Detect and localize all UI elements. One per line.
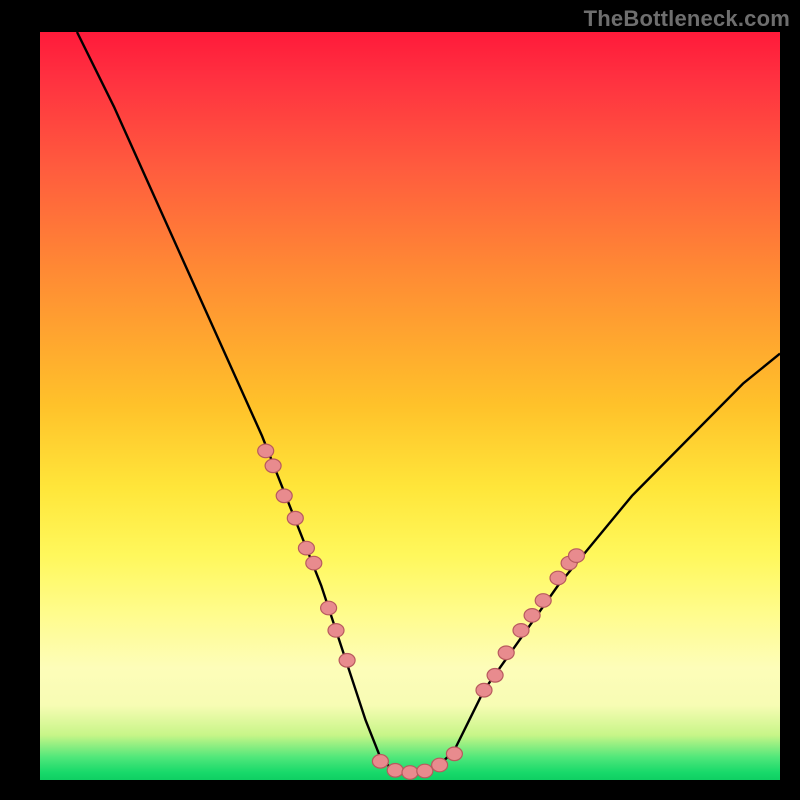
data-dot: [328, 624, 344, 638]
data-dot: [446, 747, 462, 761]
chart-svg: [40, 32, 780, 780]
data-dot: [265, 459, 281, 473]
data-dot: [276, 489, 292, 503]
data-dot: [258, 444, 274, 458]
data-dot: [306, 556, 322, 570]
curve-layer: [77, 32, 780, 773]
data-dot: [417, 764, 433, 778]
data-dot: [372, 755, 388, 769]
data-dot: [524, 609, 540, 623]
data-dot: [569, 549, 585, 563]
watermark-text: TheBottleneck.com: [584, 6, 790, 32]
data-dot: [513, 624, 529, 638]
data-dot: [535, 594, 551, 608]
chart-frame: TheBottleneck.com: [0, 0, 800, 800]
data-dot: [287, 511, 303, 525]
data-dot: [402, 766, 418, 780]
data-dot: [298, 541, 314, 555]
data-dot: [321, 601, 337, 615]
dots-group-left: [258, 444, 355, 667]
data-dot: [487, 669, 503, 683]
dots-group-bottom: [372, 747, 462, 779]
data-dot: [432, 758, 448, 772]
data-dot: [339, 654, 355, 668]
data-dot: [498, 646, 514, 660]
data-dot: [550, 571, 566, 585]
bottleneck-curve: [77, 32, 780, 773]
data-dot: [476, 683, 492, 697]
data-dot: [387, 764, 403, 778]
